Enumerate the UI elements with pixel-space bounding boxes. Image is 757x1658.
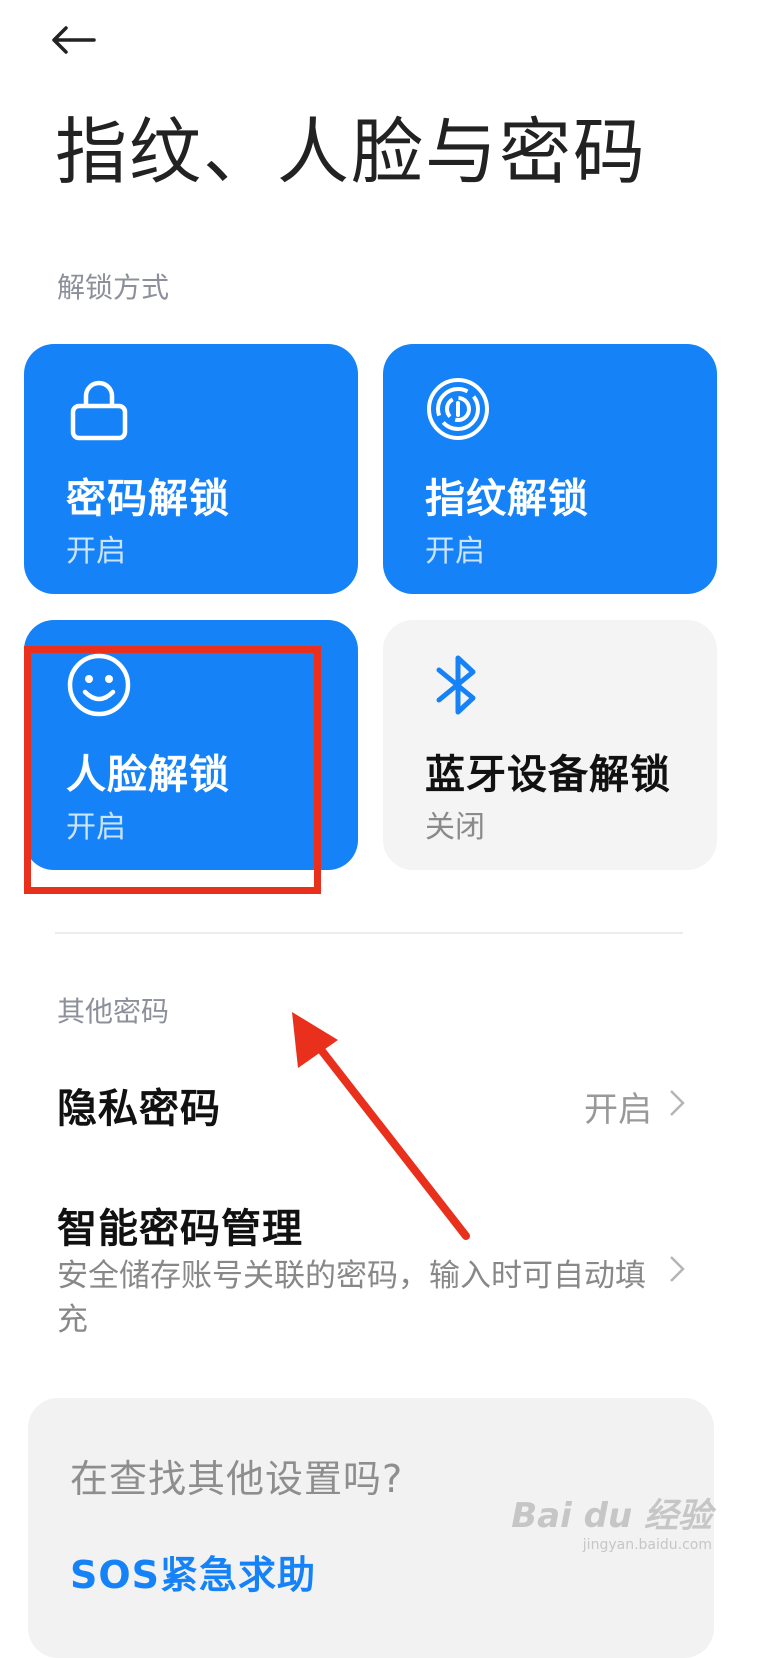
- watermark-url: jingyan.baidu.com: [582, 1537, 712, 1553]
- bluetooth-icon: [436, 655, 476, 715]
- tile-status: 开启: [425, 534, 485, 569]
- row-privacy-password[interactable]: 隐私密码 开启: [0, 1058, 757, 1148]
- annotation-highlight-box: [24, 646, 321, 894]
- chevron-right-icon: [670, 1090, 685, 1116]
- tile-status: 关闭: [425, 810, 485, 845]
- lock-icon: [70, 380, 128, 441]
- watermark: Bai du 经验 jingyan.baidu.com: [511, 1488, 712, 1553]
- chevron-right-icon: [670, 1256, 685, 1282]
- tile-fingerprint-unlock[interactable]: 指纹解锁 开启: [383, 344, 717, 594]
- row-status: 开启: [584, 1090, 652, 1130]
- row-title: 智能密码管理: [57, 1206, 303, 1252]
- row-title: 隐私密码: [57, 1086, 221, 1132]
- watermark-logo: Bai du 经验: [511, 1496, 712, 1536]
- sos-link[interactable]: SOS紧急求助: [70, 1544, 316, 1599]
- back-button[interactable]: [50, 14, 110, 66]
- tile-title: 蓝牙设备解锁: [425, 752, 671, 798]
- tile-title: 密码解锁: [66, 476, 230, 522]
- row-smart-password-manager[interactable]: 智能密码管理 安全储存账号关联的密码，输入时可自动填充: [0, 1190, 757, 1350]
- tile-title: 指纹解锁: [425, 476, 589, 522]
- section-label-other-passwords: 其他密码: [57, 995, 170, 1028]
- section-divider: [55, 932, 683, 934]
- page-title: 指纹、人脸与密码: [55, 110, 648, 194]
- arrow-left-icon: [52, 26, 96, 54]
- section-label-unlock-methods: 解锁方式: [57, 271, 170, 304]
- search-question: 在查找其他设置吗?: [70, 1457, 404, 1501]
- tile-status: 开启: [66, 534, 126, 569]
- fingerprint-icon: [427, 378, 489, 440]
- row-description: 安全储存账号关联的密码，输入时可自动填充: [57, 1258, 646, 1338]
- tile-bluetooth-unlock[interactable]: 蓝牙设备解锁 关闭: [383, 620, 717, 870]
- tile-password-unlock[interactable]: 密码解锁 开启: [24, 344, 358, 594]
